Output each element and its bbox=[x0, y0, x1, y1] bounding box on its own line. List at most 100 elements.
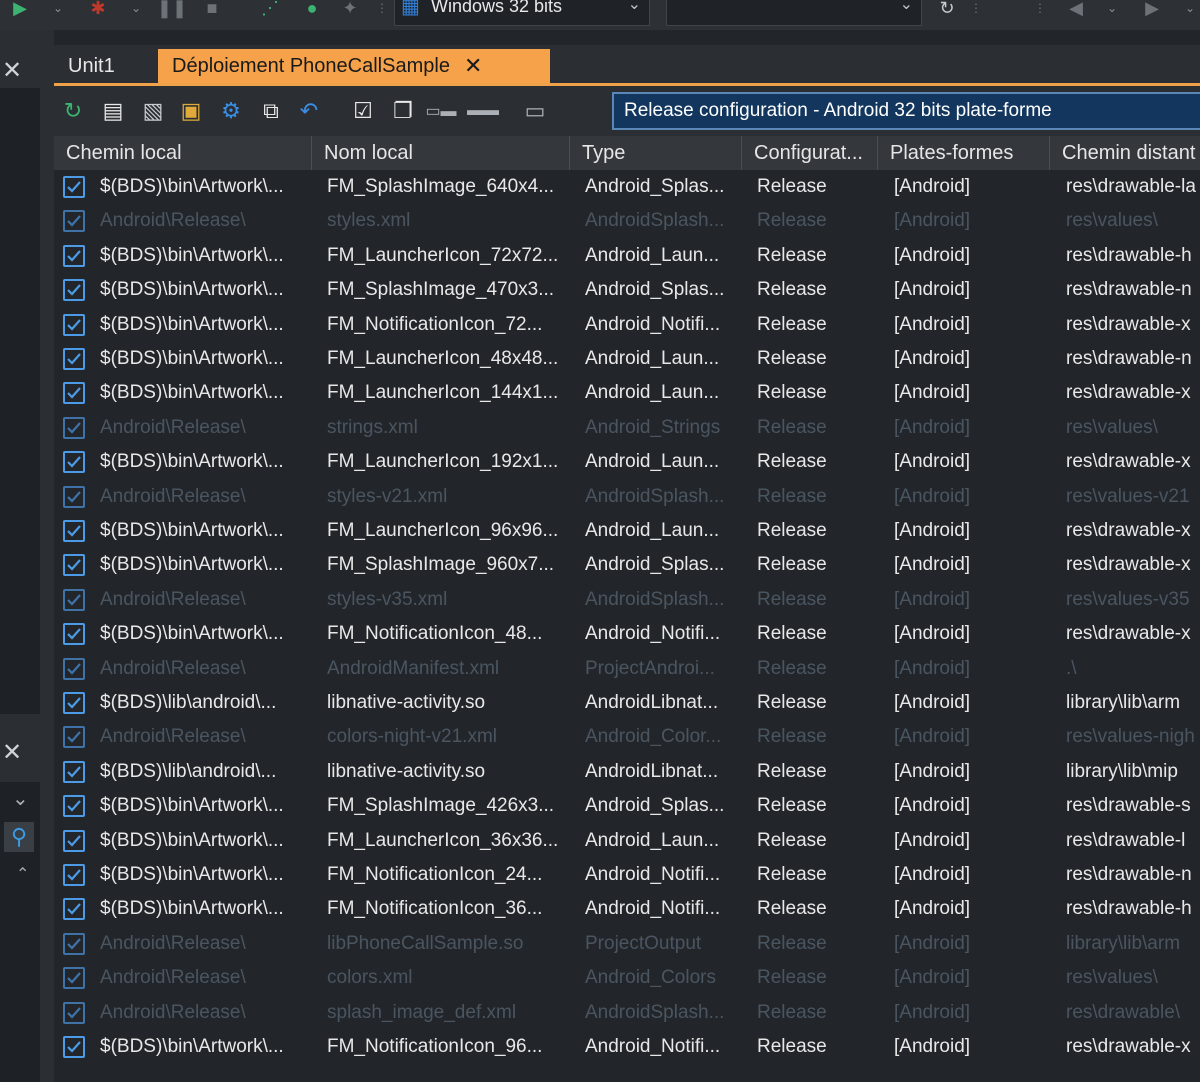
forward-arrow-icon[interactable]: ▶ bbox=[1138, 0, 1166, 17]
refresh-devices-icon[interactable]: ↻ bbox=[934, 0, 960, 17]
row-checkbox[interactable] bbox=[63, 692, 85, 714]
table-row[interactable]: $(BDS)\lib\android\... libnative-activity… bbox=[54, 686, 1200, 720]
add-feature-files-icon[interactable]: ▣ bbox=[178, 98, 204, 124]
run-without-debug-icon[interactable]: ✱ bbox=[84, 0, 112, 17]
column-header-local-name[interactable]: Nom local bbox=[312, 136, 570, 170]
collapse-icon[interactable]: ▭▬ bbox=[425, 98, 456, 124]
column-header-type[interactable]: Type bbox=[570, 136, 742, 170]
row-checkbox[interactable] bbox=[63, 382, 85, 405]
row-checkbox[interactable] bbox=[63, 1036, 85, 1058]
scroll-up-icon[interactable]: ⌃ bbox=[16, 864, 29, 884]
tab-unit1[interactable]: Unit1 bbox=[54, 49, 158, 83]
row-checkbox[interactable] bbox=[63, 554, 85, 577]
table-row[interactable]: Android\Release\ colors.xml Android_Colors… bbox=[54, 961, 1200, 995]
table-row[interactable]: $(BDS)\bin\Artwork\... FM_LauncherIcon_36… bbox=[54, 824, 1200, 858]
table-row[interactable]: $(BDS)\bin\Artwork\... FM_LauncherIcon_14… bbox=[54, 376, 1200, 410]
row-checkbox[interactable] bbox=[63, 967, 85, 990]
select-all-icon[interactable]: ☑ bbox=[350, 98, 376, 124]
row-checkbox[interactable] bbox=[63, 451, 85, 474]
table-row[interactable]: $(BDS)\bin\Artwork\... FM_LauncherIcon_48… bbox=[54, 342, 1200, 376]
target-platform-combo[interactable]: ▦ Windows 32 bits ⌄ bbox=[394, 0, 650, 26]
table-row[interactable]: Android\Release\ styles-v21.xml AndroidSpl… bbox=[54, 480, 1200, 514]
dropdown-arrow-icon[interactable]: ⌄ bbox=[1104, 0, 1120, 16]
tab-deployment[interactable]: Déploiement PhoneCallSample ✕ bbox=[158, 49, 550, 83]
table-row[interactable]: Android\Release\ colors-night-v21.xml Andr… bbox=[54, 720, 1200, 754]
table-row[interactable]: Android\Release\ strings.xml Android_Strin… bbox=[54, 411, 1200, 445]
row-checkbox[interactable] bbox=[63, 588, 85, 611]
dropdown-arrow-icon[interactable]: ⌄ bbox=[128, 0, 144, 16]
table-row[interactable]: $(BDS)\lib\android\... libnative-activity… bbox=[54, 755, 1200, 789]
table-row[interactable]: $(BDS)\bin\Artwork\... FM_SplashImage_960… bbox=[54, 548, 1200, 582]
step-into-icon[interactable]: ● bbox=[298, 0, 326, 17]
cell-configuration: Release bbox=[757, 795, 827, 817]
unselect-icon[interactable]: ❐ bbox=[390, 98, 416, 124]
target-device-combo[interactable]: ⌄ bbox=[666, 0, 922, 26]
folder-icon[interactable]: ▭ bbox=[522, 98, 548, 124]
close-icon[interactable]: ✕ bbox=[2, 738, 22, 767]
row-checkbox[interactable] bbox=[63, 416, 85, 439]
column-header-configuration[interactable]: Configurat... bbox=[742, 136, 878, 170]
row-checkbox[interactable] bbox=[63, 795, 85, 818]
table-row[interactable]: $(BDS)\bin\Artwork\... FM_LauncherIcon_96… bbox=[54, 514, 1200, 548]
search-icon[interactable]: ⚲ bbox=[4, 822, 34, 852]
table-row[interactable]: $(BDS)\bin\Artwork\... FM_LauncherIcon_72… bbox=[54, 239, 1200, 273]
dropdown-arrow-icon[interactable]: ⌄ bbox=[1182, 0, 1198, 16]
chevron-down-icon[interactable]: ⌄ bbox=[12, 786, 29, 811]
column-header-remote-path[interactable]: Chemin distant bbox=[1050, 136, 1200, 170]
row-checkbox[interactable] bbox=[63, 520, 85, 542]
table-row[interactable]: $(BDS)\bin\Artwork\... FM_NotificationIco… bbox=[54, 617, 1200, 651]
cell-type: Android_Notifi... bbox=[585, 313, 721, 335]
cell-configuration: Release bbox=[757, 210, 827, 232]
table-row[interactable]: Android\Release\ libPhoneCallSample.so Pro… bbox=[54, 927, 1200, 961]
deploy-icon[interactable]: ⧉ bbox=[258, 98, 284, 124]
run-icon[interactable]: ▶ bbox=[8, 0, 32, 17]
row-checkbox[interactable] bbox=[63, 864, 85, 886]
add-files-icon[interactable]: ▤ bbox=[100, 98, 126, 124]
row-checkbox[interactable] bbox=[63, 210, 85, 233]
row-checkbox[interactable] bbox=[63, 623, 85, 646]
row-checkbox[interactable] bbox=[63, 1001, 85, 1024]
row-checkbox[interactable] bbox=[63, 176, 85, 198]
row-checkbox[interactable] bbox=[63, 244, 85, 267]
remove-files-icon[interactable]: ▧ bbox=[140, 98, 166, 124]
row-checkbox[interactable] bbox=[63, 485, 85, 508]
table-row[interactable]: $(BDS)\bin\Artwork\... FM_NotificationIco… bbox=[54, 1030, 1200, 1064]
column-header-platforms[interactable]: Plates-formes bbox=[878, 136, 1050, 170]
table-row[interactable]: Android\Release\ styles.xml AndroidSplash.… bbox=[54, 204, 1200, 238]
table-row[interactable]: Android\Release\ AndroidManifest.xml Proje… bbox=[54, 652, 1200, 686]
configuration-combo[interactable]: Release configuration - Android 32 bits … bbox=[612, 92, 1200, 130]
step-over-icon[interactable]: ⋰ bbox=[256, 0, 284, 17]
table-row[interactable]: Android\Release\ splash_image_def.xml Andr… bbox=[54, 996, 1200, 1030]
row-checkbox[interactable] bbox=[63, 932, 85, 955]
table-row[interactable]: $(BDS)\bin\Artwork\... FM_NotificationIco… bbox=[54, 308, 1200, 342]
refresh-icon[interactable]: ↻ bbox=[60, 98, 86, 124]
step-out-icon[interactable]: ✦ bbox=[338, 0, 362, 17]
cell-platforms: [Android] bbox=[894, 760, 971, 782]
table-row[interactable]: $(BDS)\bin\Artwork\... FM_SplashImage_640… bbox=[54, 170, 1200, 204]
column-header-local-path[interactable]: Chemin local bbox=[54, 136, 312, 170]
table-row[interactable]: $(BDS)\bin\Artwork\... FM_NotificationIco… bbox=[54, 892, 1200, 926]
dropdown-arrow-icon[interactable]: ⌄ bbox=[50, 0, 66, 16]
row-checkbox[interactable] bbox=[63, 898, 85, 921]
table-row[interactable]: $(BDS)\bin\Artwork\... FM_SplashImage_470… bbox=[54, 273, 1200, 307]
stop-icon[interactable]: ■ bbox=[200, 0, 224, 17]
row-checkbox[interactable] bbox=[63, 829, 85, 852]
row-checkbox[interactable] bbox=[63, 348, 85, 370]
connect-icon[interactable]: ⚙ bbox=[218, 98, 244, 124]
table-row[interactable]: $(BDS)\bin\Artwork\... FM_LauncherIcon_19… bbox=[54, 445, 1200, 479]
row-checkbox[interactable] bbox=[63, 760, 85, 783]
table-row[interactable]: $(BDS)\bin\Artwork\... FM_SplashImage_426… bbox=[54, 789, 1200, 823]
cell-configuration: Release bbox=[757, 485, 827, 507]
table-row[interactable]: Android\Release\ styles-v35.xml AndroidSpl… bbox=[54, 583, 1200, 617]
row-checkbox[interactable] bbox=[63, 279, 85, 302]
revert-icon[interactable]: ↶ bbox=[296, 98, 322, 124]
row-checkbox[interactable] bbox=[63, 657, 85, 680]
row-checkbox[interactable] bbox=[63, 313, 85, 336]
pause-icon[interactable]: ❚❚ bbox=[157, 0, 187, 17]
expand-icon[interactable]: ▬▬ bbox=[467, 98, 499, 124]
row-checkbox[interactable] bbox=[63, 726, 85, 749]
back-arrow-icon[interactable]: ◀ bbox=[1062, 0, 1090, 17]
table-row[interactable]: $(BDS)\bin\Artwork\... FM_NotificationIco… bbox=[54, 858, 1200, 892]
close-icon[interactable]: ✕ bbox=[2, 56, 22, 85]
close-tab-icon[interactable]: ✕ bbox=[464, 53, 482, 79]
